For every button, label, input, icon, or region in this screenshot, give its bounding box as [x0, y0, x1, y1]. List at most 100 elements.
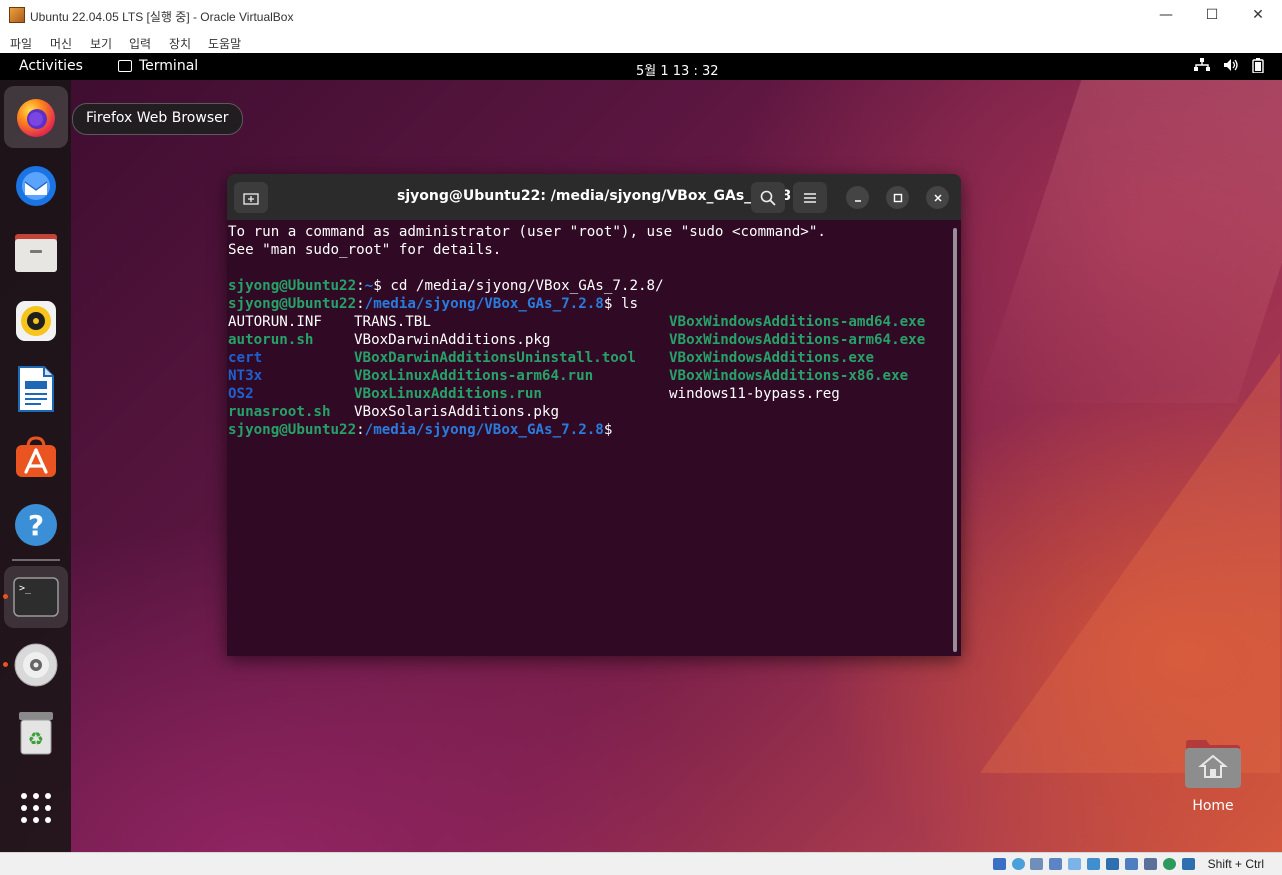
menu-machine[interactable]: 머신: [50, 35, 72, 52]
ls-entry: runasroot.sh: [228, 404, 331, 420]
prompt-dollar: $: [603, 422, 621, 438]
display-status-icon[interactable]: [1106, 858, 1119, 870]
dock-thunderbird[interactable]: [4, 155, 68, 217]
writer-icon: [18, 366, 54, 412]
terminal-icon: [118, 60, 132, 72]
guest-desktop: Activities Terminal 5월 1 13 : 32 ? >_ ♻ …: [0, 53, 1282, 852]
close-button[interactable]: ✕: [1235, 0, 1281, 30]
gnome-top-bar: Activities Terminal 5월 1 13 : 32: [0, 53, 1282, 80]
vbox-titlebar: Ubuntu 22.04.05 LTS [실행 중] - Oracle Virt…: [0, 0, 1282, 30]
dock-help[interactable]: ?: [4, 494, 68, 556]
menu-devices[interactable]: 장치: [169, 35, 191, 52]
ls-entry: OS2: [228, 386, 254, 402]
terminal-close-button[interactable]: [926, 186, 949, 209]
virtualbox-icon: [9, 7, 25, 23]
ls-row: OS2 VBoxLinuxAdditions.run windows11-bypas…: [228, 385, 948, 403]
activities-button[interactable]: Activities: [19, 58, 83, 74]
harddisk-status-icon[interactable]: [993, 858, 1006, 870]
host-key-arrow-icon[interactable]: [1182, 858, 1195, 870]
prompt-dollar: $: [373, 278, 391, 294]
vbox-menubar: 파일 머신 보기 입력 장치 도움말: [0, 30, 1282, 53]
prompt-path: /media/sjyong/VBox_GAs_7.2.8: [364, 296, 604, 312]
dock-trash[interactable]: ♻: [4, 702, 68, 764]
wallpaper-shape: [980, 353, 1280, 773]
running-indicator: [3, 594, 8, 599]
dock-separator: [12, 559, 60, 561]
terminal-scrollbar[interactable]: [953, 228, 957, 652]
dock-firefox[interactable]: [4, 86, 68, 148]
recording-status-icon[interactable]: [1125, 858, 1138, 870]
home-folder-icon-graphic: [1185, 740, 1241, 788]
terminal-headerbar[interactable]: sjyong@Ubuntu22: /media/sjyong/VBox_GAs_…: [227, 174, 961, 220]
prompt-path: ~: [364, 278, 374, 294]
dock-rhythmbox[interactable]: [4, 290, 68, 352]
prompt-user: sjyong@Ubuntu22: [228, 296, 357, 312]
terminal-minimize-button[interactable]: [846, 186, 869, 209]
menu-input[interactable]: 입력: [129, 35, 151, 52]
menu-button[interactable]: [793, 182, 827, 213]
running-indicator: [3, 662, 8, 667]
rhythmbox-icon: [16, 301, 56, 341]
minimize-icon: [854, 199, 861, 202]
home-folder-icon[interactable]: [1184, 739, 1242, 789]
prompt-user: sjyong@Ubuntu22: [228, 422, 357, 438]
guest-additions-status-icon[interactable]: [1163, 858, 1176, 870]
network-icon: [1194, 58, 1210, 71]
menu-help[interactable]: 도움말: [208, 35, 241, 52]
shared-folders-status-icon[interactable]: [1087, 858, 1100, 870]
minimize-button[interactable]: —: [1143, 0, 1189, 30]
grid-icon: [21, 793, 51, 823]
ls-row: runasroot.sh VBoxSolarisAdditions.pkg: [228, 403, 948, 421]
terminal-line: sjyong@Ubuntu22:/media/sjyong/VBox_GAs_7…: [228, 295, 948, 313]
trash-icon: ♻: [19, 712, 53, 755]
command-text: cd /media/sjyong/VBox_GAs_7.2.8/: [390, 278, 664, 294]
dock-terminal[interactable]: >_: [3, 566, 68, 628]
dock-libreoffice-writer[interactable]: [4, 358, 68, 420]
home-folder-label[interactable]: Home: [1183, 798, 1243, 814]
battery-icon: [1252, 58, 1264, 73]
dock: ? >_ ♻: [0, 80, 71, 852]
dock-app-center[interactable]: [4, 426, 68, 488]
usb-status-icon[interactable]: [1068, 858, 1081, 870]
search-button[interactable]: [751, 182, 785, 213]
dock-files[interactable]: [4, 222, 68, 284]
virtualization-status-icon[interactable]: [1144, 858, 1157, 870]
clock[interactable]: 5월 1 13 : 32: [636, 60, 719, 79]
maximize-button[interactable]: ☐: [1189, 0, 1235, 30]
ls-entry: TRANS.TBL: [354, 314, 431, 330]
maximize-icon: [893, 193, 902, 202]
dock-tooltip: Firefox Web Browser: [72, 103, 243, 135]
terminal-line: See "man sudo_root" for details.: [228, 241, 948, 259]
ls-entry: VBoxLinuxAdditions.run: [354, 386, 542, 402]
terminal-line: sjyong@Ubuntu22:/media/sjyong/VBox_GAs_7…: [228, 421, 948, 439]
ls-entry: autorun.sh: [228, 332, 314, 348]
app-menu-label: Terminal: [139, 58, 199, 74]
prompt-user: sjyong@Ubuntu22: [228, 278, 357, 294]
system-tray[interactable]: [1194, 58, 1264, 73]
terminal-output[interactable]: To run a command as administrator (user …: [228, 223, 948, 653]
dock-disc[interactable]: [3, 634, 68, 696]
terminal-line: sjyong@Ubuntu22:~$ cd /media/sjyong/VBox…: [228, 277, 948, 295]
ls-entry: VBoxWindowsAdditions.exe: [669, 350, 874, 366]
ls-entry: windows11-bypass.reg: [669, 386, 840, 402]
ls-entry: cert: [228, 350, 263, 366]
ls-row: autorun.sh VBoxDarwinAdditions.pkg VBoxWin…: [228, 331, 948, 349]
ls-entry: VBoxWindowsAdditions-x86.exe: [669, 368, 909, 384]
optical-drive-status-icon[interactable]: [1012, 858, 1025, 870]
app-menu-terminal[interactable]: Terminal: [118, 58, 198, 74]
audio-status-icon[interactable]: [1030, 858, 1043, 870]
hamburger-icon: [804, 192, 816, 203]
terminal-window[interactable]: sjyong@Ubuntu22: /media/sjyong/VBox_GAs_…: [227, 174, 961, 656]
terminal-maximize-button[interactable]: [886, 186, 909, 209]
app-center-icon: [16, 436, 56, 477]
close-icon: [933, 193, 942, 202]
minimize-icon: —: [1159, 7, 1173, 23]
menu-file[interactable]: 파일: [10, 35, 32, 52]
ls-row: cert VBoxDarwinAdditionsUninstall.tool VBo…: [228, 349, 948, 367]
ls-row: AUTORUN.INF TRANS.TBL VBoxWindowsAdditions…: [228, 313, 948, 331]
ls-row: NT3x VBoxLinuxAdditions-arm64.run VBoxWind…: [228, 367, 948, 385]
network-status-icon[interactable]: [1049, 858, 1062, 870]
show-apps-button[interactable]: [4, 777, 68, 839]
menu-view[interactable]: 보기: [90, 35, 112, 52]
disc-icon: [14, 643, 58, 687]
